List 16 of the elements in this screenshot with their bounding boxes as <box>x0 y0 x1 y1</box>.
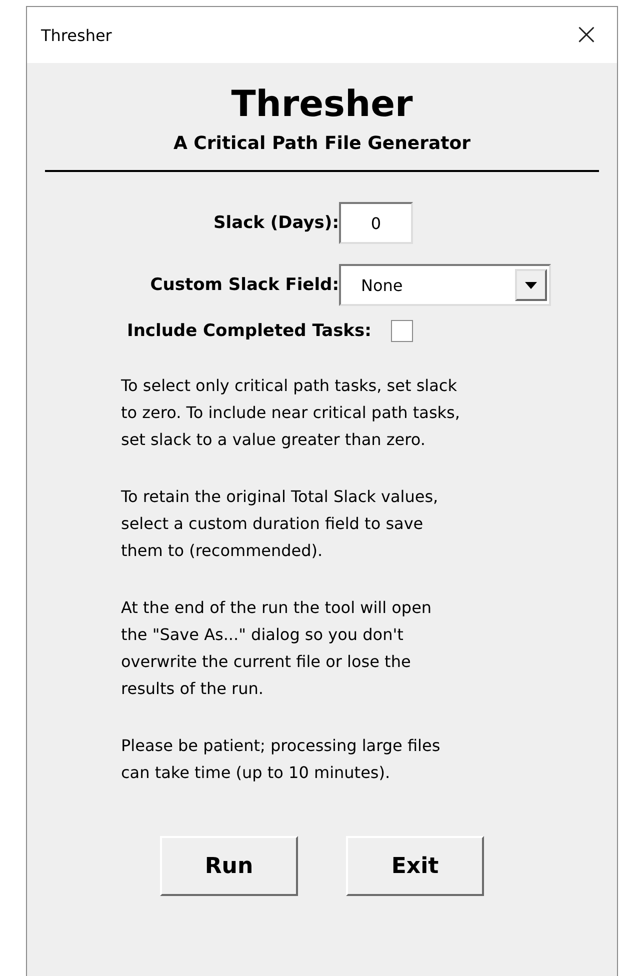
window-title: Thresher <box>41 26 112 44</box>
close-button[interactable]: × <box>570 20 603 50</box>
slack-label: Slack (Days): <box>212 213 339 233</box>
instruction-text: Please be patient; processing large files can take time (up to 10 minutes). <box>121 735 440 784</box>
run-button[interactable]: Run <box>160 836 298 896</box>
include-completed-label: Include Completed Tasks: <box>127 321 372 341</box>
instruction-text: To select only critical path tasks, set slack to zero. To include near critical path tasks, set slack to a value greater than zero. <box>121 375 460 451</box>
slack-input[interactable]: 0 <box>339 202 413 244</box>
app-subheading: A Critical Path File Generator <box>173 133 470 154</box>
instruction-text: To retain the original Total Slack values, select a custom duration field to save them to (recommended). <box>121 486 438 562</box>
custom-slack-field-dropdown[interactable]: None <box>339 264 551 306</box>
exit-button[interactable]: Exit <box>346 836 484 896</box>
custom-slack-field-label: Custom Slack Field: <box>149 275 339 295</box>
app-heading: Thresher <box>231 83 413 127</box>
instruction-text: At the end of the run the tool will open the "Save As..." dialog so you don't overwrite the current file or lose the results of the run. <box>121 597 432 700</box>
include-completed-checkbox[interactable] <box>391 320 414 342</box>
